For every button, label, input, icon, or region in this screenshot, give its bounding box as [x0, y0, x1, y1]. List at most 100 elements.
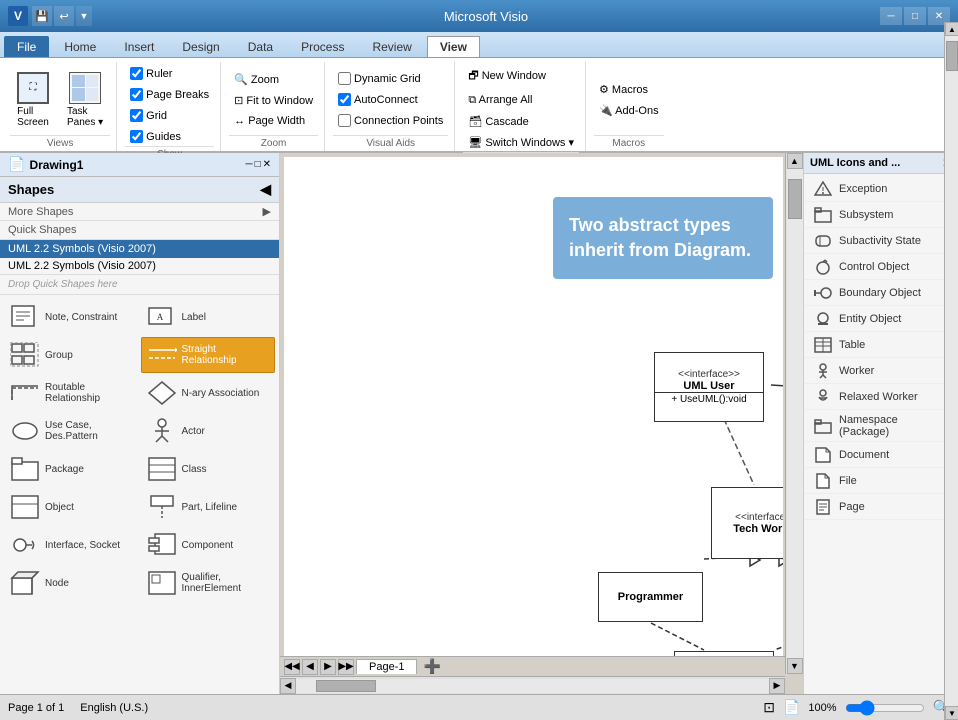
vscroll-up[interactable]: ▲	[787, 153, 803, 169]
ribbon-group-show: Ruler Page Breaks Grid Guides Show	[119, 62, 221, 151]
dynamic-grid-checkbox[interactable]: Dynamic Grid	[333, 69, 448, 88]
shapes-dropdown[interactable]: UML 2.2 Symbols (Visio 2007)	[0, 258, 279, 275]
page-add-button[interactable]: ➕	[423, 658, 440, 675]
guides-checkbox[interactable]: Guides	[125, 127, 214, 146]
qualifier-icon	[146, 569, 178, 597]
right-item-worker[interactable]: Worker	[804, 358, 958, 384]
fit-to-window-button[interactable]: ⊡ Fit to Window	[229, 91, 318, 110]
active-shape-set[interactable]: UML 2.2 Symbols (Visio 2007)	[0, 240, 279, 258]
page-width-button[interactable]: ↔ Page Width	[229, 112, 318, 130]
vscroll-thumb[interactable]	[788, 179, 802, 219]
tab-process[interactable]: Process	[288, 36, 357, 57]
tab-insert[interactable]: Insert	[111, 36, 167, 57]
cascade-button[interactable]: 🗃 Cascade	[463, 112, 579, 131]
page-tab[interactable]: Page-1	[356, 659, 417, 674]
new-window-button[interactable]: 🗗 New Window	[463, 64, 579, 89]
right-item-document[interactable]: Document	[804, 442, 958, 468]
right-item-table[interactable]: Table	[804, 332, 958, 358]
right-item-relaxed-worker[interactable]: Relaxed Worker	[804, 384, 958, 410]
quick-access-undo[interactable]: ↩	[54, 6, 74, 26]
switch-windows-button[interactable]: 🖥 Switch Windows ▾	[463, 133, 579, 152]
tab-design[interactable]: Design	[169, 36, 232, 57]
right-item-subsystem[interactable]: Subsystem	[804, 202, 958, 228]
node-uml-user[interactable]: <<interface>> UML User + UseUML():void	[654, 352, 764, 422]
vscroll-down[interactable]: ▼	[787, 658, 803, 674]
view-normal-button[interactable]: ⊡	[763, 699, 775, 716]
page-last-button[interactable]: ▶▶	[338, 659, 354, 675]
shape-class[interactable]: Class	[141, 451, 276, 487]
hscroll-right[interactable]: ▶	[769, 678, 785, 694]
minimize-button[interactable]: ─	[880, 7, 902, 25]
fullscreen-button[interactable]: ⛶ FullScreen	[10, 69, 56, 131]
tab-home[interactable]: Home	[51, 36, 109, 57]
shape-n-ary[interactable]: N-ary Association	[141, 375, 276, 411]
shape-routable-relationship[interactable]: Routable Relationship	[4, 375, 139, 411]
node-programmer[interactable]: Programmer	[598, 572, 703, 622]
page-first-button[interactable]: ◀◀	[284, 659, 300, 675]
arrange-all-button[interactable]: ⧉ Arrange All	[463, 91, 579, 110]
shape-object[interactable]: Object	[4, 489, 139, 525]
quick-access-save[interactable]: 💾	[32, 6, 52, 26]
main-area: 📄 Drawing1 ─ □ ✕ Shapes ◀ More Shapes ▶ …	[0, 153, 958, 694]
quick-access-dropdown[interactable]: ▼	[76, 6, 92, 26]
right-item-exception[interactable]: Exception	[804, 176, 958, 202]
zoom-slider[interactable]	[845, 700, 925, 716]
shapes-header: Shapes ◀	[0, 177, 279, 203]
shape-node[interactable]: Node	[4, 565, 139, 601]
shape-straight-relationship[interactable]: Straight Relationship	[141, 337, 276, 373]
view-page-button[interactable]: 📄	[783, 699, 800, 716]
ruler-checkbox[interactable]: Ruler	[125, 64, 214, 83]
hscroll-left[interactable]: ◀	[280, 678, 296, 694]
hscroll-thumb[interactable]	[316, 680, 376, 692]
shapes-collapse[interactable]: ◀	[260, 181, 271, 198]
node-tech-worker[interactable]: <<interface>> Tech Worker	[711, 487, 783, 559]
node-analyst[interactable]: Analyst	[674, 651, 774, 656]
ribbon-group-visual-aids: Dynamic Grid AutoConnect Connection Poin…	[327, 62, 455, 151]
shape-label[interactable]: A Label	[141, 299, 276, 335]
tab-file[interactable]: File	[4, 36, 49, 57]
tab-review[interactable]: Review	[359, 36, 424, 57]
shape-use-case[interactable]: Use Case, Des.Pattern	[4, 413, 139, 449]
maximize-button[interactable]: □	[904, 7, 926, 25]
page-breaks-checkbox[interactable]: Page Breaks	[125, 85, 214, 104]
right-shapes-panel: UML Icons and ... ✕ Exception	[803, 153, 958, 694]
drawing-canvas[interactable]: <<interface>> UML User + UseUML():void U…	[284, 157, 783, 656]
drawing-min[interactable]: ─	[245, 159, 252, 170]
right-item-boundary-object[interactable]: Boundary Object	[804, 280, 958, 306]
tab-view[interactable]: View	[427, 36, 480, 57]
shape-component[interactable]: Component	[141, 527, 276, 563]
canvas-area: <<interface>> UML User + UseUML():void U…	[280, 153, 803, 694]
right-item-control-object[interactable]: Control Object	[804, 254, 958, 280]
straight-rel-label: Straight Relationship	[182, 344, 271, 366]
shape-note[interactable]: Note, Constraint	[4, 299, 139, 335]
taskpanes-button[interactable]: TaskPanes ▾	[60, 69, 110, 131]
autoconnect-checkbox[interactable]: AutoConnect	[333, 90, 448, 109]
shape-group[interactable]: Group	[4, 337, 139, 373]
right-item-namespace[interactable]: Namespace (Package)	[804, 410, 958, 442]
macros-button[interactable]: ⚙ Macros	[594, 80, 664, 99]
add-ons-button[interactable]: 🔌 Add-Ons	[594, 101, 664, 120]
connection-points-checkbox[interactable]: Connection Points	[333, 111, 448, 130]
right-item-entity-object[interactable]: Entity Object	[804, 306, 958, 332]
page-prev-button[interactable]: ◀	[302, 659, 318, 675]
shape-interface-socket[interactable]: Interface, Socket	[4, 527, 139, 563]
page-next-button[interactable]: ▶	[320, 659, 336, 675]
right-panel-vscroll[interactable]: ▲ ▼	[944, 153, 958, 694]
shape-part-lifeline[interactable]: Part, Lifeline	[141, 489, 276, 525]
canvas-hscroll[interactable]: ◀ ▶	[280, 676, 785, 694]
canvas-vscroll[interactable]: ▲ ▼	[785, 153, 803, 674]
zoom-button[interactable]: 🔍 Zoom	[229, 70, 318, 89]
shape-actor[interactable]: Actor	[141, 413, 276, 449]
tab-data[interactable]: Data	[235, 36, 286, 57]
more-shapes-arrow: ▶	[263, 205, 271, 218]
right-shapes-list: Exception Subsystem	[804, 174, 958, 694]
right-item-subactivity[interactable]: Subactivity State	[804, 228, 958, 254]
right-item-page[interactable]: Page	[804, 494, 958, 520]
grid-checkbox[interactable]: Grid	[125, 106, 214, 125]
drawing-max[interactable]: □	[255, 159, 261, 170]
shape-package[interactable]: Package	[4, 451, 139, 487]
drawing-close[interactable]: ✕	[263, 159, 271, 170]
shape-qualifier[interactable]: Qualifier, InnerElement	[141, 565, 276, 601]
right-item-file[interactable]: File	[804, 468, 958, 494]
more-shapes-bar[interactable]: More Shapes ▶	[0, 203, 279, 221]
